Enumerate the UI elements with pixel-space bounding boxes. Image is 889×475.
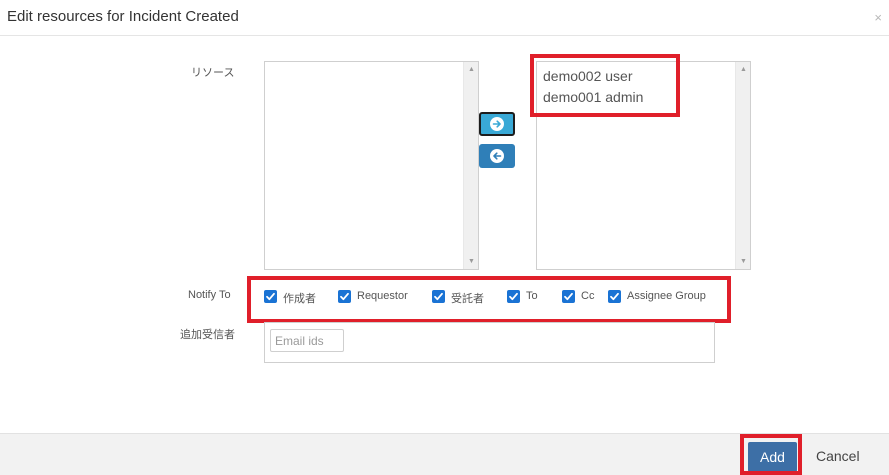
additional-recipients-label: 追加受信者: [180, 329, 235, 341]
notify-option-label: To: [526, 290, 538, 302]
move-left-button[interactable]: [479, 144, 515, 168]
notify-option-label: Requestor: [357, 290, 408, 302]
additional-recipients-box[interactable]: [264, 322, 715, 363]
scroll-up-arrow-icon[interactable]: ▲: [736, 62, 751, 77]
selected-list-scrollbar[interactable]: ▲ ▼: [735, 62, 750, 269]
checkbox-checked-icon[interactable]: [338, 290, 351, 303]
add-button[interactable]: Add: [748, 442, 797, 472]
move-right-button[interactable]: [479, 112, 515, 136]
checkbox-checked-icon[interactable]: [608, 290, 621, 303]
arrow-left-circle-icon: [490, 149, 504, 163]
cancel-button[interactable]: Cancel: [816, 448, 860, 464]
dialog-footer: Add Cancel: [0, 433, 889, 475]
scroll-down-arrow-icon[interactable]: ▼: [736, 254, 751, 269]
scroll-down-arrow-icon[interactable]: ▼: [464, 254, 479, 269]
selected-resources-list[interactable]: demo002 user demo001 admin ▲ ▼: [536, 61, 751, 270]
email-ids-input[interactable]: [270, 329, 344, 352]
close-icon[interactable]: ×: [874, 11, 882, 24]
notify-option-label: 受託者: [451, 293, 484, 305]
available-resources-list[interactable]: ▲ ▼: [264, 61, 479, 270]
checkbox-checked-icon[interactable]: [264, 290, 277, 303]
selected-resource-item[interactable]: demo001 admin: [543, 89, 643, 105]
arrow-right-circle-icon: [490, 117, 504, 131]
resources-label: リソース: [191, 67, 235, 79]
dialog-header: Edit resources for Incident Created ×: [0, 0, 889, 36]
selected-resource-item[interactable]: demo002 user: [543, 68, 633, 84]
dialog-title: Edit resources for Incident Created: [7, 8, 239, 25]
notify-option-label: 作成者: [283, 293, 316, 305]
notify-option-label: Cc: [581, 290, 595, 302]
notify-to-label: Notify To: [188, 289, 231, 301]
checkbox-checked-icon[interactable]: [507, 290, 520, 303]
scroll-up-arrow-icon[interactable]: ▲: [464, 62, 479, 77]
checkbox-checked-icon[interactable]: [562, 290, 575, 303]
checkbox-checked-icon[interactable]: [432, 290, 445, 303]
available-list-scrollbar[interactable]: ▲ ▼: [463, 62, 478, 269]
notify-option-label: Assignee Group: [627, 290, 706, 302]
